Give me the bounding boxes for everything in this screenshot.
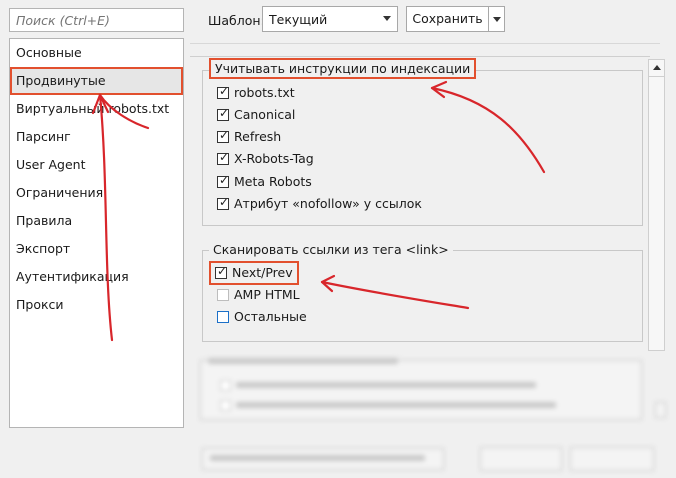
checkbox-checked-icon: ✓ <box>217 173 230 188</box>
scroll-up-icon[interactable] <box>653 65 661 70</box>
checkbox-label: robots.txt <box>234 85 295 100</box>
checkbox-refresh[interactable]: ✓ Refresh <box>217 128 281 146</box>
checkbox-checked-icon: ✓ <box>217 150 230 165</box>
checkbox-label: Next/Prev <box>232 265 293 280</box>
sidebar-item-rules[interactable]: Правила <box>10 207 183 235</box>
checkbox-focused-icon <box>217 311 229 323</box>
checkbox-other[interactable]: Остальные <box>217 308 307 326</box>
sidebar-item-export[interactable]: Экспорт <box>10 235 183 263</box>
checkbox-amp-html[interactable]: AMP HTML <box>217 286 300 304</box>
sidebar-item-virtual-robots[interactable]: Виртуальный robots.txt <box>10 95 183 123</box>
checkbox-checked-icon: ✓ <box>215 264 228 279</box>
settings-category-list: Основные Продвинутые Виртуальный robots.… <box>9 38 184 428</box>
checkbox-checked-icon: ✓ <box>217 84 230 99</box>
save-dropdown-button[interactable] <box>488 6 505 32</box>
checkbox-meta-robots[interactable]: ✓ Meta Robots <box>217 173 312 191</box>
panel-scrollbar[interactable] <box>648 59 665 351</box>
template-select[interactable]: Текущий <box>262 6 398 32</box>
checkbox-checked-icon: ✓ <box>217 195 230 210</box>
template-label: Шаблон: <box>208 13 265 28</box>
save-button[interactable]: Сохранить <box>406 6 489 32</box>
chevron-down-icon <box>383 16 391 21</box>
checkbox-label: AMP HTML <box>234 287 300 302</box>
checkbox-label: Остальные <box>234 309 307 324</box>
link-tag-group-title: Сканировать ссылки из тега <link> <box>209 242 453 257</box>
checkbox-next-prev[interactable]: ✓ Next/Prev <box>209 261 299 285</box>
checkbox-label: Refresh <box>234 129 282 144</box>
chevron-down-icon <box>493 17 501 22</box>
checkbox-robots-txt[interactable]: ✓ robots.txt <box>217 84 295 102</box>
sidebar-item-parsing[interactable]: Парсинг <box>10 123 183 151</box>
checkbox-checked-icon: ✓ <box>217 128 230 143</box>
sidebar-item-proxy[interactable]: Прокси <box>10 291 183 319</box>
checkbox-x-robots-tag[interactable]: ✓ X-Robots-Tag <box>217 150 314 168</box>
checkbox-nofollow[interactable]: ✓ Атрибут «nofollow» у ссылок <box>217 195 422 213</box>
checkbox-checked-icon: ✓ <box>217 106 230 121</box>
checkbox-label: Meta Robots <box>234 174 312 189</box>
checkbox-unchecked-icon <box>217 289 229 301</box>
indexing-group-title: Учитывать инструкции по индексации <box>209 58 477 79</box>
blurred-region <box>180 352 676 478</box>
sidebar-item-advanced[interactable]: Продвинутые <box>10 67 183 95</box>
template-value: Текущий <box>269 12 328 27</box>
divider <box>190 43 660 44</box>
checkbox-canonical[interactable]: ✓ Canonical <box>217 106 295 124</box>
search-input[interactable] <box>9 8 184 32</box>
settings-panel: Учитывать инструкции по индексации ✓ robo… <box>190 56 650 351</box>
sidebar-item-user-agent[interactable]: User Agent <box>10 151 183 179</box>
checkbox-label: Атрибут «nofollow» у ссылок <box>234 196 422 211</box>
sidebar-item-auth[interactable]: Аутентификация <box>10 263 183 291</box>
checkbox-label: X-Robots-Tag <box>234 151 314 166</box>
sidebar-item-basic[interactable]: Основные <box>10 39 183 67</box>
scrollbar-track[interactable] <box>649 76 664 351</box>
checkbox-label: Canonical <box>234 107 296 122</box>
sidebar-item-limits[interactable]: Ограничения <box>10 179 183 207</box>
